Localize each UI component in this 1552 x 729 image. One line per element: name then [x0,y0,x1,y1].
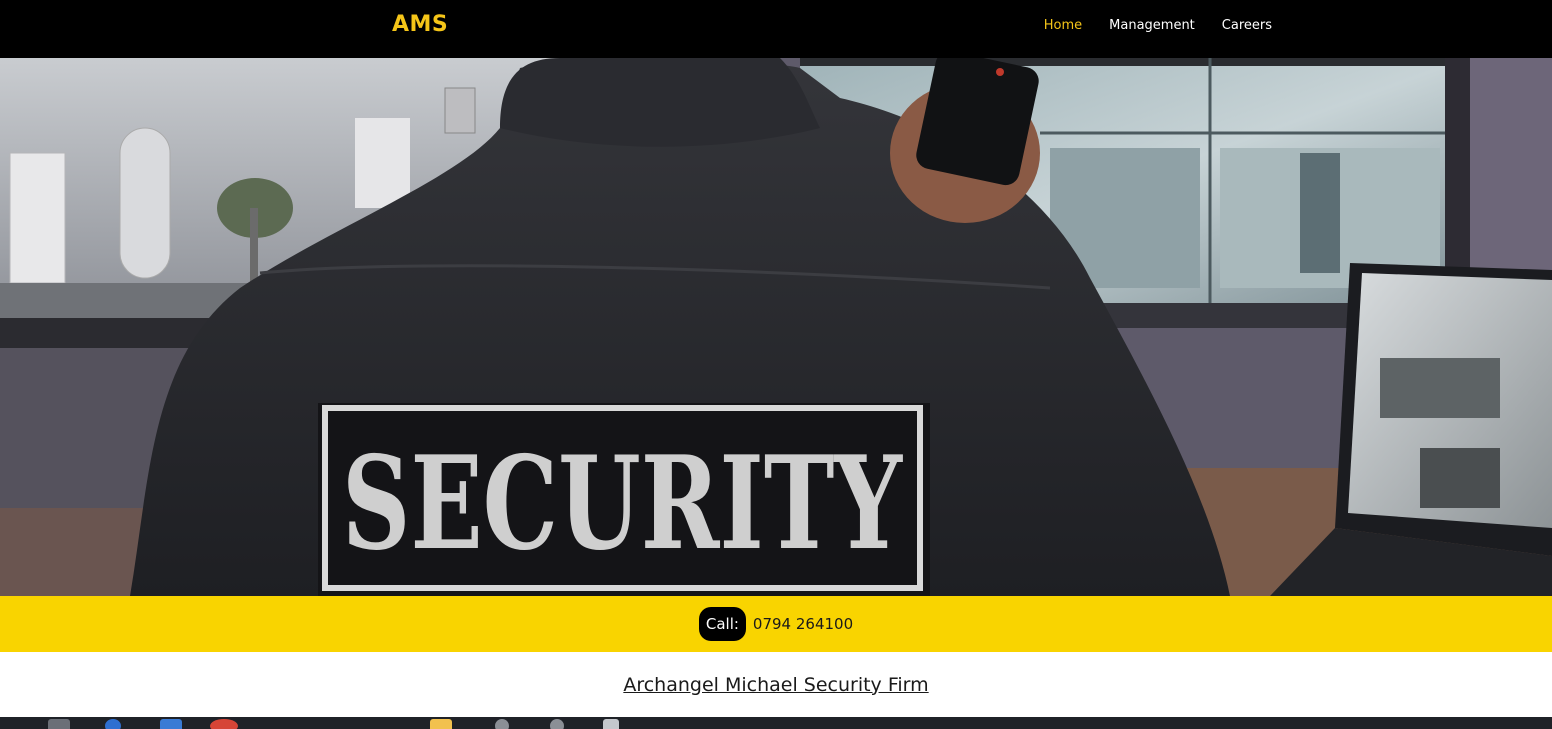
chrome-icon[interactable] [210,719,238,729]
taskbar-app-icon[interactable] [550,719,564,729]
brand-logo-link[interactable]: AMS [392,12,448,37]
os-taskbar [0,717,1552,729]
footer: Archangel Michael Security Firm [0,652,1552,717]
folder-icon[interactable] [430,719,452,729]
navbar: AMS Home Management Careers [0,0,1552,58]
firm-name-link[interactable]: Archangel Michael Security Firm [623,674,928,696]
nav-link-careers[interactable]: Careers [1222,18,1272,33]
page: AMS Home Management Careers SECURITY Cal… [0,0,1552,729]
call-label: Call: [698,607,746,641]
taskbar-app-icon[interactable] [160,719,182,729]
phone-number-link[interactable]: 0794 264100 [753,615,853,633]
hero-illustration: SECURITY [0,58,1552,596]
hero-image: SECURITY [0,58,1552,596]
security-patch-text: SECURITY [342,429,903,579]
nav-link-management[interactable]: Management [1109,18,1195,33]
call-bar: Call: 0794 264100 [0,596,1552,652]
taskbar-app-icon[interactable] [603,719,619,729]
browser-icon[interactable] [105,719,121,729]
taskbar-app-icon[interactable] [48,719,70,729]
nav-link-home[interactable]: Home [1044,18,1082,33]
nav-links: Home Management Careers [1044,18,1272,33]
taskbar-app-icon[interactable] [495,719,509,729]
